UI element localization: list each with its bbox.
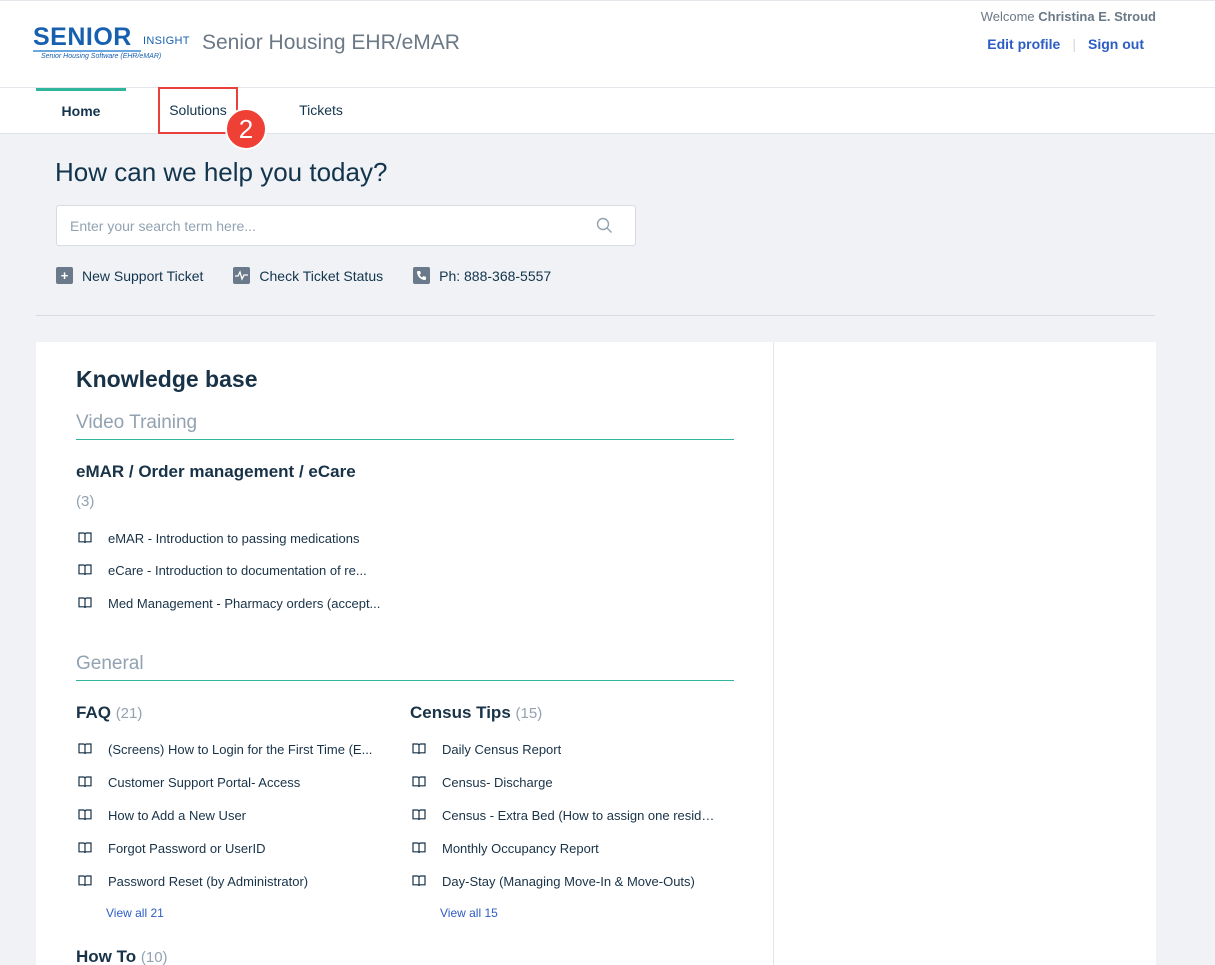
article-link[interactable]: (Screens) How to Login for the First Tim… [78,739,378,759]
logo-underline [33,50,141,52]
book-icon [78,776,92,788]
tab-tickets[interactable]: Tickets [290,88,352,134]
book-icon [78,875,92,887]
category-how-to-name: How To [76,947,137,965]
category-faq-count: (21) [115,705,143,722]
article-title: Customer Support Portal- Access [108,774,301,790]
article-link[interactable]: Census - Extra Bed (How to assign one re… [412,805,717,825]
article-link[interactable]: Forgot Password or UserID [78,838,378,858]
book-icon [78,532,92,544]
article-link[interactable]: Daily Census Report [412,739,717,759]
annotation-step-badge: 2 [225,108,267,150]
check-ticket-status-label: Check Ticket Status [259,267,384,284]
new-support-ticket-label: New Support Ticket [82,267,204,284]
edit-profile-link[interactable]: Edit profile [987,36,1060,52]
view-all-faq-link[interactable]: View all 21 [106,906,164,920]
pulse-icon [233,267,251,284]
category-faq-title[interactable]: FAQ (21) [76,703,142,723]
article-title: Census - Extra Bed (How to assign one re… [442,807,717,823]
sign-out-link[interactable]: Sign out [1088,36,1144,52]
book-icon [412,875,426,887]
article-link[interactable]: Customer Support Portal- Access [78,772,378,792]
book-icon [412,809,426,821]
search-icon[interactable] [596,217,613,234]
section-divider [36,315,1155,316]
book-icon [412,743,426,755]
category-how-to-title[interactable]: How To (10) [76,947,168,965]
tab-home[interactable]: Home [36,88,126,134]
section-general: General [76,653,734,681]
category-census-tips-name: Census Tips [410,703,511,722]
header: SENIOR INSIGHT Senior Housing Software (… [0,0,1215,88]
article-title: Monthly Occupancy Report [442,840,599,856]
portal-title: Senior Housing EHR/eMAR [202,31,460,54]
welcome-message: Welcome Christina E. Stroud [981,9,1156,24]
article-title: Daily Census Report [442,741,562,757]
welcome-prefix: Welcome [980,9,1035,24]
logo-text: SENIOR [33,23,132,51]
logo-insight-text: INSIGHT [143,35,190,47]
knowledge-base-title: Knowledge base [76,366,258,392]
category-faq-name: FAQ [76,703,111,722]
book-icon [412,776,426,788]
check-ticket-status-link[interactable]: Check Ticket Status [233,267,383,284]
senior-insight-logo[interactable]: SENIOR INSIGHT Senior Housing Software (… [33,23,190,65]
section-video-training: Video Training [76,412,734,440]
article-link[interactable]: Monthly Occupancy Report [412,838,717,858]
book-icon [78,743,92,755]
article-link[interactable]: eMAR - Introduction to passing medicatio… [78,528,408,548]
article-link[interactable]: How to Add a New User [78,805,378,825]
link-separator: | [1072,36,1076,52]
logo-wordmark: SENIOR [33,23,132,52]
article-title: Med Management - Pharmacy orders (accept… [108,595,381,611]
book-icon [78,842,92,854]
knowledge-base-card: Knowledge base Video Training eMAR / Ord… [36,342,774,965]
article-link[interactable]: eCare - Introduction to documentation of… [78,560,408,580]
category-emar-count: (3) [76,493,95,510]
article-link[interactable]: Day-Stay (Managing Move-In & Move-Outs) [412,871,717,891]
user-name: Christina E. Stroud [1038,9,1156,24]
article-title: eMAR - Introduction to passing medicatio… [108,530,360,546]
search-input[interactable] [57,206,577,245]
phone-icon [413,267,431,284]
new-support-ticket-link[interactable]: + New Support Ticket [56,267,203,284]
article-title: eCare - Introduction to documentation of… [108,562,367,578]
article-title: Password Reset (by Administrator) [108,873,309,889]
article-title: How to Add a New User [108,807,247,823]
phone-label: Ph: 888-368-5557 [439,267,552,284]
article-title: Forgot Password or UserID [108,840,266,856]
category-census-tips-title[interactable]: Census Tips (15) [410,703,542,723]
search-box [56,205,636,246]
page-title: How can we help you today? [55,157,388,187]
book-icon [78,809,92,821]
knowledge-base-side-panel [774,342,1156,965]
quick-links: + New Support Ticket Check Ticket Status… [56,267,581,284]
view-all-census-tips-link[interactable]: View all 15 [440,906,498,920]
book-icon [412,842,426,854]
article-link[interactable]: Med Management - Pharmacy orders (accept… [78,593,408,613]
article-title: (Screens) How to Login for the First Tim… [108,741,373,757]
phone-link[interactable]: Ph: 888-368-5557 [413,267,551,284]
category-census-tips-count: (15) [515,705,543,722]
logo-subtitle: Senior Housing Software (EHR/eMAR) [41,53,162,60]
user-links: Edit profile | Sign out [987,36,1144,52]
article-link[interactable]: Password Reset (by Administrator) [78,871,378,891]
category-how-to-count: (10) [140,949,168,965]
article-link[interactable]: Census- Discharge [412,772,717,792]
book-icon [78,597,92,609]
book-icon [78,564,92,576]
category-emar-title[interactable]: eMAR / Order management / eCare [76,462,356,482]
article-title: Census- Discharge [442,774,553,790]
plus-icon: + [56,267,73,284]
article-title: Day-Stay (Managing Move-In & Move-Outs) [442,873,695,889]
